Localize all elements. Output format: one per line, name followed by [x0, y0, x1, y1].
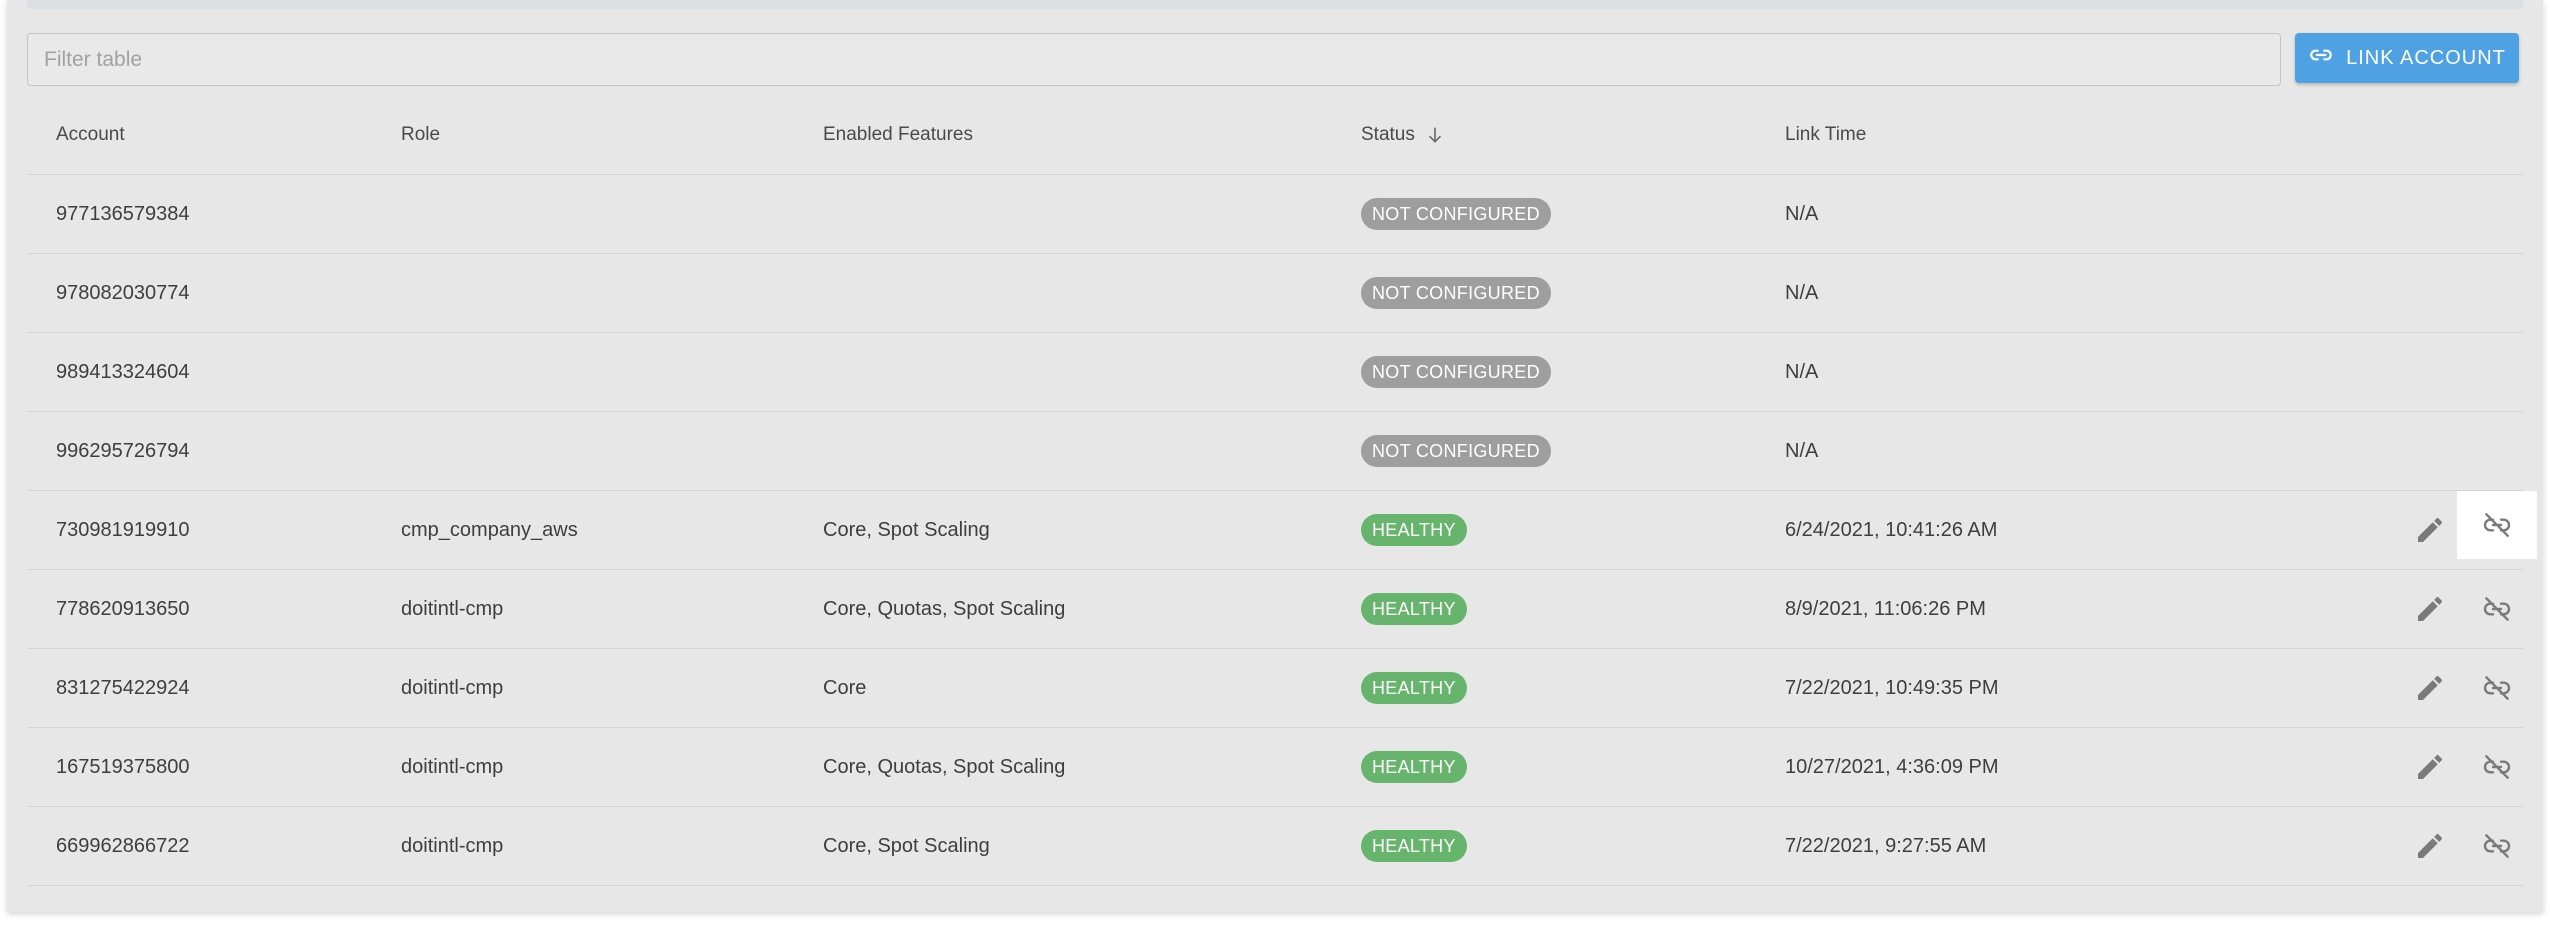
- arrow-down-icon: [1429, 127, 1441, 143]
- pencil-icon: [2414, 830, 2446, 862]
- column-header-role[interactable]: Role: [401, 95, 440, 174]
- account-cell: 669962866722: [56, 834, 190, 857]
- filter-table-input[interactable]: [27, 33, 2281, 86]
- status-cell: HEALTHY: [1361, 491, 1467, 569]
- features-cell: Core, Spot Scaling: [823, 834, 990, 857]
- link-time-cell: 8/9/2021, 11:06:26 PM: [1785, 597, 1986, 620]
- link-off-icon: [2481, 509, 2513, 541]
- status-badge: HEALTHY: [1361, 751, 1467, 783]
- status-badge: NOT CONFIGURED: [1361, 198, 1551, 230]
- link-time-cell: 10/27/2021, 4:36:09 PM: [1785, 755, 1999, 778]
- pencil-icon: [2414, 593, 2446, 625]
- pencil-icon: [2414, 514, 2446, 546]
- features-cell: Core, Quotas, Spot Scaling: [823, 597, 1066, 620]
- unlink-button[interactable]: [2457, 728, 2537, 806]
- table-row: 778620913650 doitintl-cmp Core, Quotas, …: [27, 570, 2523, 649]
- table-row: 989413324604 NOT CONFIGURED N/A: [27, 333, 2523, 412]
- link-time-cell: 7/22/2021, 9:27:55 AM: [1785, 834, 1987, 857]
- link-account-button[interactable]: LINK ACCOUNT: [2295, 33, 2519, 83]
- column-header-enabled-features[interactable]: Enabled Features: [823, 95, 973, 174]
- column-header-account[interactable]: Account: [56, 95, 125, 174]
- status-badge: HEALTHY: [1361, 514, 1467, 546]
- account-cell: 730981919910: [56, 518, 190, 541]
- unlink-button[interactable]: [2457, 491, 2537, 559]
- link-time-cell: N/A: [1785, 202, 1819, 225]
- link-off-icon: [2481, 751, 2513, 783]
- role-cell: doitintl-cmp: [401, 676, 504, 699]
- unlink-button[interactable]: [2457, 807, 2537, 885]
- status-cell: NOT CONFIGURED: [1361, 333, 1551, 411]
- column-header-status[interactable]: Status: [1361, 95, 1445, 174]
- account-cell: 167519375800: [56, 755, 190, 778]
- role-cell: cmp_company_aws: [401, 518, 578, 541]
- table-row: 977136579384 NOT CONFIGURED N/A: [27, 175, 2523, 254]
- features-cell: Core, Quotas, Spot Scaling: [823, 755, 1066, 778]
- account-cell: 978082030774: [56, 281, 190, 304]
- account-cell: 977136579384: [56, 202, 190, 225]
- status-cell: HEALTHY: [1361, 649, 1467, 727]
- status-badge: HEALTHY: [1361, 593, 1467, 625]
- link-time-cell: N/A: [1785, 281, 1819, 304]
- accounts-table: Account Role Enabled Features Status Lin…: [27, 95, 2537, 886]
- features-cell: Core, Spot Scaling: [823, 518, 990, 541]
- account-cell: 996295726794: [56, 439, 190, 462]
- role-cell: doitintl-cmp: [401, 834, 504, 857]
- status-badge: NOT CONFIGURED: [1361, 356, 1551, 388]
- table-row: 730981919910 cmp_company_aws Core, Spot …: [27, 491, 2537, 570]
- status-badge: NOT CONFIGURED: [1361, 277, 1551, 309]
- status-badge: HEALTHY: [1361, 672, 1467, 704]
- account-cell: 778620913650: [56, 597, 190, 620]
- unlink-button[interactable]: [2457, 649, 2537, 727]
- status-cell: HEALTHY: [1361, 807, 1467, 885]
- link-off-icon: [2481, 830, 2513, 862]
- link-icon: [2308, 42, 2334, 74]
- status-cell: NOT CONFIGURED: [1361, 254, 1551, 332]
- account-cell: 831275422924: [56, 676, 190, 699]
- link-time-cell: N/A: [1785, 439, 1819, 462]
- unlink-button[interactable]: [2457, 570, 2537, 648]
- link-off-icon: [2481, 672, 2513, 704]
- table-header-row: Account Role Enabled Features Status Lin…: [27, 95, 2523, 175]
- table-row: 831275422924 doitintl-cmp Core HEALTHY 7…: [27, 649, 2523, 728]
- link-account-label: LINK ACCOUNT: [2346, 46, 2506, 69]
- status-cell: NOT CONFIGURED: [1361, 412, 1551, 490]
- link-time-cell: 7/22/2021, 10:49:35 PM: [1785, 676, 1999, 699]
- pencil-icon: [2414, 672, 2446, 704]
- table-row: 669962866722 doitintl-cmp Core, Spot Sca…: [27, 807, 2523, 886]
- link-off-icon: [2481, 593, 2513, 625]
- column-header-link-time[interactable]: Link Time: [1785, 95, 1866, 174]
- role-cell: doitintl-cmp: [401, 597, 504, 620]
- status-badge: HEALTHY: [1361, 830, 1467, 862]
- status-cell: HEALTHY: [1361, 728, 1467, 806]
- status-cell: HEALTHY: [1361, 570, 1467, 648]
- role-cell: doitintl-cmp: [401, 755, 504, 778]
- status-badge: NOT CONFIGURED: [1361, 435, 1551, 467]
- pencil-icon: [2414, 751, 2446, 783]
- status-cell: NOT CONFIGURED: [1361, 175, 1551, 253]
- top-strip: [27, 0, 2523, 9]
- account-cell: 989413324604: [56, 360, 190, 383]
- table-row: 167519375800 doitintl-cmp Core, Quotas, …: [27, 728, 2523, 807]
- table-row: 978082030774 NOT CONFIGURED N/A: [27, 254, 2523, 333]
- link-time-cell: 6/24/2021, 10:41:26 AM: [1785, 518, 1998, 541]
- table-row: 996295726794 NOT CONFIGURED N/A: [27, 412, 2523, 491]
- link-time-cell: N/A: [1785, 360, 1819, 383]
- features-cell: Core: [823, 676, 867, 699]
